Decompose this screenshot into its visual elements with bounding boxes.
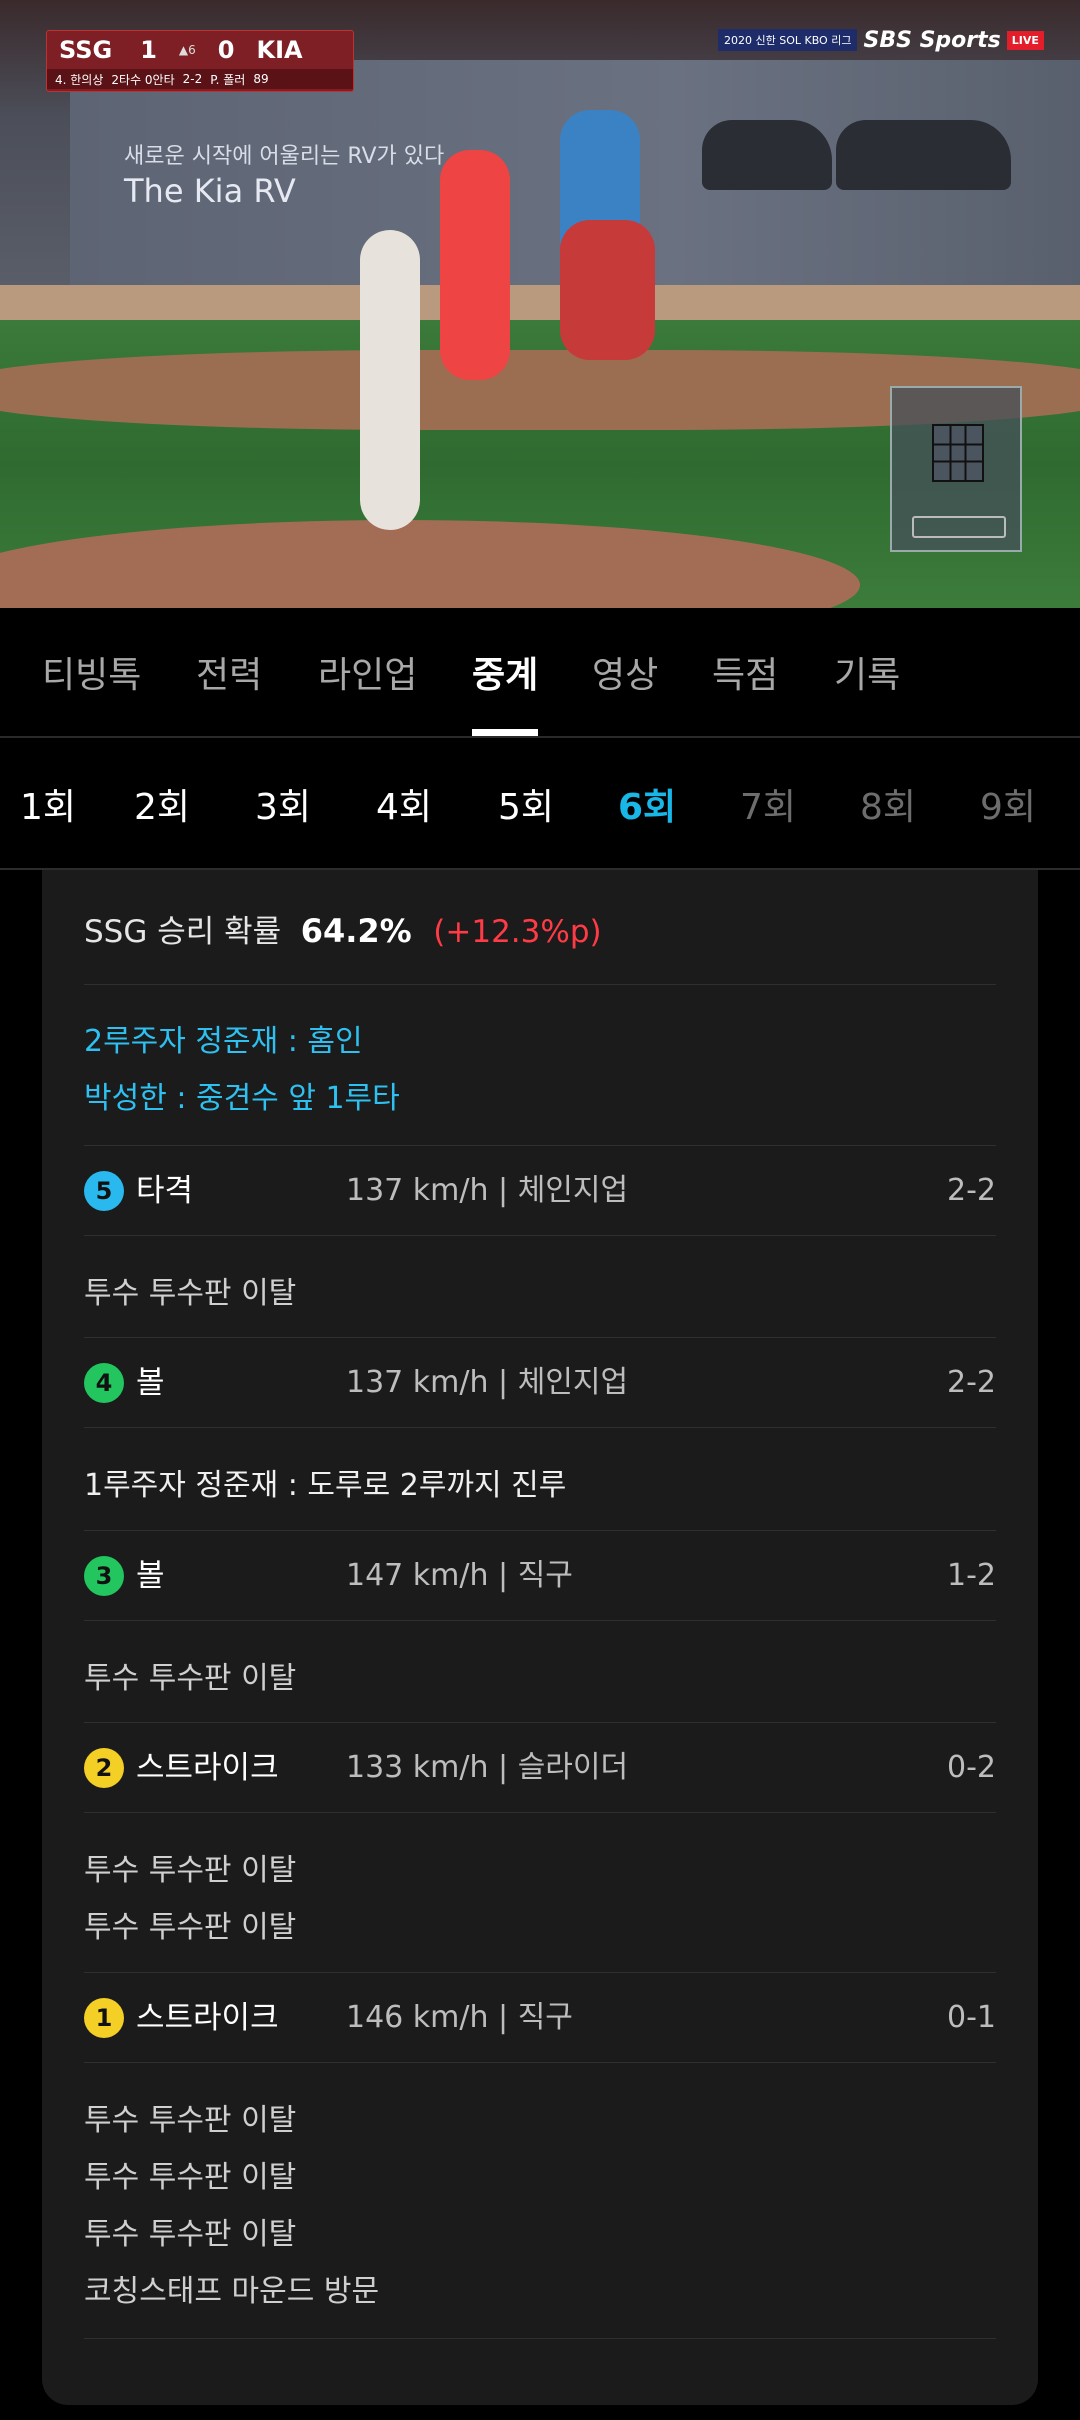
home-score: 0 <box>217 36 235 64</box>
inning-tab-4[interactable]: 4회 <box>376 778 432 830</box>
pitcher-name: P. 폴러 <box>210 72 246 87</box>
tab-broadcast[interactable]: 중계 <box>472 608 539 736</box>
inning-tab-8[interactable]: 8회 <box>860 778 916 830</box>
event-note: 코칭스태프 마운드 방문 <box>84 2274 380 2309</box>
video-player[interactable]: 새로운 시작에 어울리는 RV가 있다 The Kia RV SSG 1 ▲6 … <box>0 0 1080 608</box>
home-team: KIA <box>256 36 303 64</box>
play-by-play-card: SSG 승리 확률 64.2% (+12.3%p) 2루주자 정준재 : 홈인 … <box>42 870 1038 2405</box>
away-team: SSG <box>59 36 113 64</box>
pitch-number-badge: 2 <box>84 1748 124 1788</box>
pitch-count: 2-2 <box>947 1173 996 1208</box>
pitch-row: 1 스트라이크 146 km/h | 직구 0-1 <box>84 1972 996 2062</box>
inning-tab-7[interactable]: 7회 <box>740 778 796 830</box>
pitch-number-badge: 3 <box>84 1556 124 1596</box>
tab-video[interactable]: 영상 <box>592 608 658 736</box>
event-note: 투수 투수판 이탈 <box>84 1853 297 1888</box>
car-image <box>702 120 832 190</box>
car-image <box>836 120 1011 190</box>
outfield-wall <box>0 285 1080 325</box>
event-note: 1루주자 정준재 : 도루로 2루까지 진루 <box>84 1468 567 1503</box>
event-note: 투수 투수판 이탈 <box>84 1910 297 1945</box>
divider <box>84 1812 996 1813</box>
divider <box>84 1427 996 1428</box>
win-prob-delta: (+12.3%p) <box>433 914 602 950</box>
pitch-result: 스트라이크 <box>136 2000 279 2036</box>
tab-scoring[interactable]: 득점 <box>712 608 778 736</box>
inning-tab-2[interactable]: 2회 <box>134 778 190 830</box>
inning-tab-bar: 1회 2회 3회 4회 5회 6회 7회 8회 9회 <box>0 738 1080 868</box>
ball-count: 2-2 <box>182 72 203 86</box>
inning-tab-9[interactable]: 9회 <box>980 778 1036 830</box>
event-highlight: 박성한 : 중견수 앞 1루타 <box>84 1081 400 1116</box>
strike-zone-widget <box>890 386 1022 552</box>
ad-text-line1: 새로운 시작에 어울리는 RV가 있다 <box>124 144 445 169</box>
divider <box>84 984 996 985</box>
pitch-info: 133 km/h | 슬라이더 <box>346 1750 629 1785</box>
inning-tab-3[interactable]: 3회 <box>255 778 311 830</box>
event-note: 투수 투수판 이탈 <box>84 2217 297 2252</box>
inning-indicator: ▲6 <box>178 43 196 57</box>
pitch-result: 볼 <box>136 1558 165 1594</box>
broadcast-logo: 2020 신한 SOL KBO 리그 SBS Sports LIVE <box>718 27 1044 53</box>
pitcher-figure <box>360 230 420 530</box>
pitch-info: 146 km/h | 직구 <box>346 2000 573 2035</box>
pitch-count: 1-2 <box>947 1558 996 1593</box>
tab-lineup[interactable]: 라인업 <box>318 608 417 736</box>
divider <box>84 1620 996 1621</box>
pitch-number-badge: 5 <box>84 1171 124 1211</box>
divider <box>84 2062 996 2063</box>
home-plate-outline <box>912 516 1006 538</box>
tab-records[interactable]: 기록 <box>834 608 900 736</box>
pitch-count: 0-2 <box>947 1750 996 1785</box>
catcher-figure <box>560 220 655 360</box>
main-tab-bar: 티빙톡 전력 라인업 중계 영상 득점 기록 <box>0 608 1080 736</box>
inning-tab-5[interactable]: 5회 <box>498 778 554 830</box>
inning-tab-6[interactable]: 6회 <box>618 778 676 830</box>
pitch-count: 0-1 <box>947 2000 996 2035</box>
batter-stat: 2타수 0안타 <box>111 72 175 87</box>
pitch-row: 4 볼 137 km/h | 체인지업 2-2 <box>84 1337 996 1427</box>
pitch-result: 볼 <box>136 1365 165 1401</box>
event-note: 투수 투수판 이탈 <box>84 1276 297 1311</box>
win-prob-value: 64.2% <box>300 912 412 950</box>
scoreboard-overlay: SSG 1 ▲6 0 KIA 4. 한의상 2타수 0안타 2-2 P. 폴러 … <box>46 30 354 92</box>
network-logo: SBS Sports <box>863 27 1001 53</box>
divider <box>84 1235 996 1236</box>
event-note: 투수 투수판 이탈 <box>84 1661 297 1696</box>
pitch-result: 타격 <box>136 1173 194 1209</box>
pitch-number-badge: 4 <box>84 1363 124 1403</box>
strike-zone-grid <box>932 424 984 482</box>
event-highlight: 2루주자 정준재 : 홈인 <box>84 1024 363 1059</box>
win-probability: SSG 승리 확률 64.2% (+12.3%p) <box>84 906 602 951</box>
event-note: 투수 투수판 이탈 <box>84 2160 297 2195</box>
pitch-info: 137 km/h | 체인지업 <box>346 1365 629 1400</box>
pitch-row: 2 스트라이크 133 km/h | 슬라이더 0-2 <box>84 1722 996 1812</box>
pitch-row: 3 볼 147 km/h | 직구 1-2 <box>84 1530 996 1620</box>
tab-lineup-strength[interactable]: 전력 <box>196 608 262 736</box>
batter-name: 4. 한의상 <box>55 72 104 87</box>
pitch-result: 스트라이크 <box>136 1750 279 1786</box>
tab-tving-talk[interactable]: 티빙톡 <box>42 608 141 736</box>
ad-text-line2: The Kia RV <box>124 172 296 210</box>
divider <box>84 2338 996 2339</box>
live-badge: LIVE <box>1006 30 1044 50</box>
pitch-count: 2-2 <box>947 1365 996 1400</box>
away-score: 1 <box>140 36 157 64</box>
pitch-row: 5 타격 137 km/h | 체인지업 2-2 <box>84 1145 996 1235</box>
event-note: 투수 투수판 이탈 <box>84 2103 297 2138</box>
pitch-info: 137 km/h | 체인지업 <box>346 1173 629 1208</box>
inning-tab-1[interactable]: 1회 <box>20 778 76 830</box>
pitch-number-badge: 1 <box>84 1998 124 2038</box>
league-logo: 2020 신한 SOL KBO 리그 <box>718 29 858 51</box>
pitch-count: 89 <box>253 72 269 86</box>
win-prob-label: SSG 승리 확률 <box>84 914 282 950</box>
batter-figure <box>440 150 510 380</box>
pitch-info: 147 km/h | 직구 <box>346 1558 573 1593</box>
